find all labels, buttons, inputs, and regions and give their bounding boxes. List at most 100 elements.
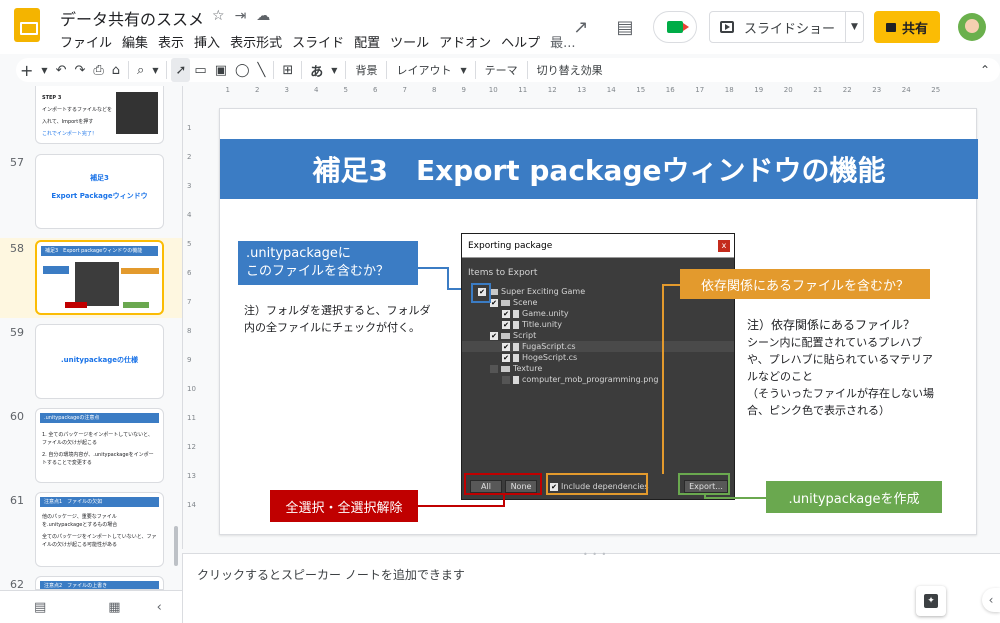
note-dependencies[interactable]: 注）依存関係にあるファイル？ シーン内に配置されているプレハブ や、プレハブに貼… xyxy=(747,317,934,419)
print-icon[interactable]: ⎙ xyxy=(89,58,107,82)
checkbox[interactable]: ✔ xyxy=(502,342,510,351)
slide-title[interactable]: 補足3 Export packageウィンドウの機能 xyxy=(220,139,978,199)
document-title[interactable]: データ共有のススメ xyxy=(60,6,204,30)
collapse-toolbar-icon[interactable]: ⌃ xyxy=(980,63,990,77)
new-slide-button[interactable]: + xyxy=(16,58,37,82)
line-icon[interactable]: ╲ xyxy=(254,58,270,82)
ruler-tick: 13 xyxy=(577,86,587,94)
callout-dependencies[interactable]: 依存関係にあるファイルを含むか？ xyxy=(680,269,930,299)
checkbox[interactable]: ✔ xyxy=(502,309,510,318)
tree-item[interactable]: ✔ Script xyxy=(462,330,734,341)
side-panel-toggle-icon[interactable]: ‹ xyxy=(982,588,1000,612)
activity-trend-icon[interactable]: ↗ xyxy=(565,11,597,43)
chevron-down-icon[interactable]: ▼ xyxy=(844,12,863,42)
note-folder-check[interactable]: 注）フォルダを選択すると、フォルダ 内の全ファイルにチェックが付く。 xyxy=(244,302,431,336)
chevron-down-icon[interactable]: ▼ xyxy=(148,58,162,82)
menu-file[interactable]: ファイル xyxy=(60,32,118,51)
speaker-notes-placeholder[interactable]: クリックするとスピーカー ノートを追加できます xyxy=(197,566,465,583)
chevron-down-icon[interactable]: ▼ xyxy=(327,58,341,82)
callout-select-all[interactable]: 全選択・全選択解除 xyxy=(270,490,418,522)
items-heading: Items to Export xyxy=(468,268,538,278)
undo-icon[interactable]: ↶ xyxy=(52,58,71,82)
checkbox[interactable] xyxy=(502,375,510,384)
checkbox[interactable]: ✔ xyxy=(490,331,498,340)
menu-slide[interactable]: スライド xyxy=(292,32,350,51)
ruler-tick: 9 xyxy=(461,86,466,94)
close-icon[interactable]: x xyxy=(718,240,730,252)
slide-thumbnail[interactable]: 注意点1 ファイルの欠如 他のパッケージ、重要なファイルを.unitypacka… xyxy=(35,492,164,567)
slide-thumbnail[interactable]: STEP 3 インポートするファイルなどを 入れて、Importを押す これでイ… xyxy=(35,86,164,144)
image-icon[interactable]: ▣ xyxy=(211,58,231,82)
theme-button[interactable]: テーマ xyxy=(480,62,523,78)
comment-add-icon[interactable]: ⊞ xyxy=(278,58,297,82)
thumb-text: 他のパッケージ、重要なファイルを.unitypackageとするもの場合 xyxy=(42,514,118,528)
avatar[interactable] xyxy=(958,13,986,41)
resize-handle[interactable]: • • • xyxy=(583,550,607,559)
thumb-text: Export Packageウィンドウ xyxy=(51,192,148,200)
ruler-tick: 6 xyxy=(373,86,378,94)
layout-button[interactable]: レイアウト xyxy=(391,62,456,78)
slide-number: 61 xyxy=(10,494,24,507)
explore-button[interactable]: ✦ xyxy=(916,586,946,616)
checkbox[interactable]: ✔ xyxy=(502,353,510,362)
menu-format[interactable]: 表示形式 xyxy=(230,32,288,51)
checkbox[interactable]: ✔ xyxy=(490,298,498,307)
background-button[interactable]: 背景 xyxy=(350,62,382,78)
redo-icon[interactable]: ↷ xyxy=(70,58,89,82)
menu-help[interactable]: ヘルプ xyxy=(501,32,546,51)
chevron-down-icon[interactable]: ▼ xyxy=(456,58,470,82)
ruler-tick: 8 xyxy=(187,327,192,335)
menu-arrange[interactable]: 配置 xyxy=(354,32,386,51)
share-button[interactable]: 共有 xyxy=(873,11,940,43)
callout-create-package[interactable]: .unitypackageを作成 xyxy=(766,481,942,513)
filmstrip-scrollbar[interactable] xyxy=(174,526,178,566)
move-folder-icon[interactable]: ⇥ xyxy=(235,8,247,24)
text-box-icon[interactable]: ▭ xyxy=(190,58,210,82)
menu-tools[interactable]: ツール xyxy=(390,32,435,51)
ruler-tick: 9 xyxy=(187,356,192,364)
slides-logo-icon[interactable] xyxy=(14,8,40,42)
input-tools-button[interactable]: あ xyxy=(306,58,327,82)
slide-editor: 1 2 3 4 5 6 7 8 9 10 11 12 13 14 15 16 17 18 19 20 21 22 23 24 2… xyxy=(182,86,1000,549)
ruler-tick: 10 xyxy=(488,86,498,94)
slideshow-button[interactable]: スライドショー ▼ xyxy=(708,11,864,43)
slide-thumbnail[interactable]: 補足3 Export Packageウィンドウ xyxy=(35,154,164,229)
slide-thumbnail[interactable]: 注意点2 ファイルの上書き xyxy=(35,576,164,590)
checkbox[interactable]: ✔ xyxy=(502,320,510,329)
select-cursor-icon[interactable]: ➚ xyxy=(171,58,191,82)
meet-button[interactable] xyxy=(652,11,697,43)
menu-edit[interactable]: 編集 xyxy=(122,32,154,51)
comments-icon[interactable]: ▤ xyxy=(609,11,641,43)
cloud-status-icon[interactable]: ☁ xyxy=(256,8,270,24)
slide-thumbnail-active[interactable]: 補足3 Export packageウィンドウの機能 xyxy=(35,240,164,315)
note-line: （そういったファイルが存在しない場 xyxy=(747,387,934,400)
tree-item[interactable]: computer_mob_programming.png xyxy=(462,374,734,385)
speaker-notes[interactable]: • • • クリックするとスピーカー ノートを追加できます ✦ xyxy=(182,550,1000,623)
tree-item[interactable]: ✔ HogeScript.cs xyxy=(462,352,734,363)
chevron-down-icon[interactable]: ▼ xyxy=(37,58,51,82)
slideshow-start[interactable]: スライドショー xyxy=(710,12,845,42)
slide-canvas[interactable]: 補足3 Export packageウィンドウの機能 .unitypackage… xyxy=(219,108,978,535)
zoom-icon[interactable]: ⌕ xyxy=(133,58,148,82)
shape-icon[interactable]: ◯ xyxy=(231,58,254,82)
slide-thumbnail[interactable]: .unitypackageの注意点 1. 全てのパッケージをインポートしていない… xyxy=(35,408,164,483)
tree-item[interactable]: ✔ Title.unity xyxy=(462,319,734,330)
checkbox[interactable] xyxy=(490,364,498,373)
menu-view[interactable]: 表示 xyxy=(158,32,190,51)
ruler-tick: 12 xyxy=(187,443,196,451)
tree-item[interactable]: ✔ Game.unity xyxy=(462,308,734,319)
paint-format-icon[interactable]: ⌂ xyxy=(108,58,124,82)
slide-thumbnail[interactable]: .unitypackageの仕様 xyxy=(35,324,164,399)
transition-button[interactable]: 切り替え効果 xyxy=(532,62,608,78)
filmstrip-view-icon[interactable]: ▤ xyxy=(34,600,46,615)
tree-item[interactable]: Texture xyxy=(462,363,734,374)
folder-icon xyxy=(501,299,510,306)
ruler-tick: 14 xyxy=(187,501,196,509)
callout-include-file[interactable]: .unitypackageに このファイルを含むか？ xyxy=(238,241,418,285)
menu-insert[interactable]: 挿入 xyxy=(194,32,226,51)
grid-view-icon[interactable]: ▦ xyxy=(108,600,120,615)
tree-item[interactable]: ✔ FugaScript.cs xyxy=(462,341,734,352)
star-icon[interactable]: ☆ xyxy=(212,8,225,24)
collapse-panel-icon[interactable]: ‹ xyxy=(157,600,162,615)
menu-addons[interactable]: アドオン xyxy=(439,32,497,51)
